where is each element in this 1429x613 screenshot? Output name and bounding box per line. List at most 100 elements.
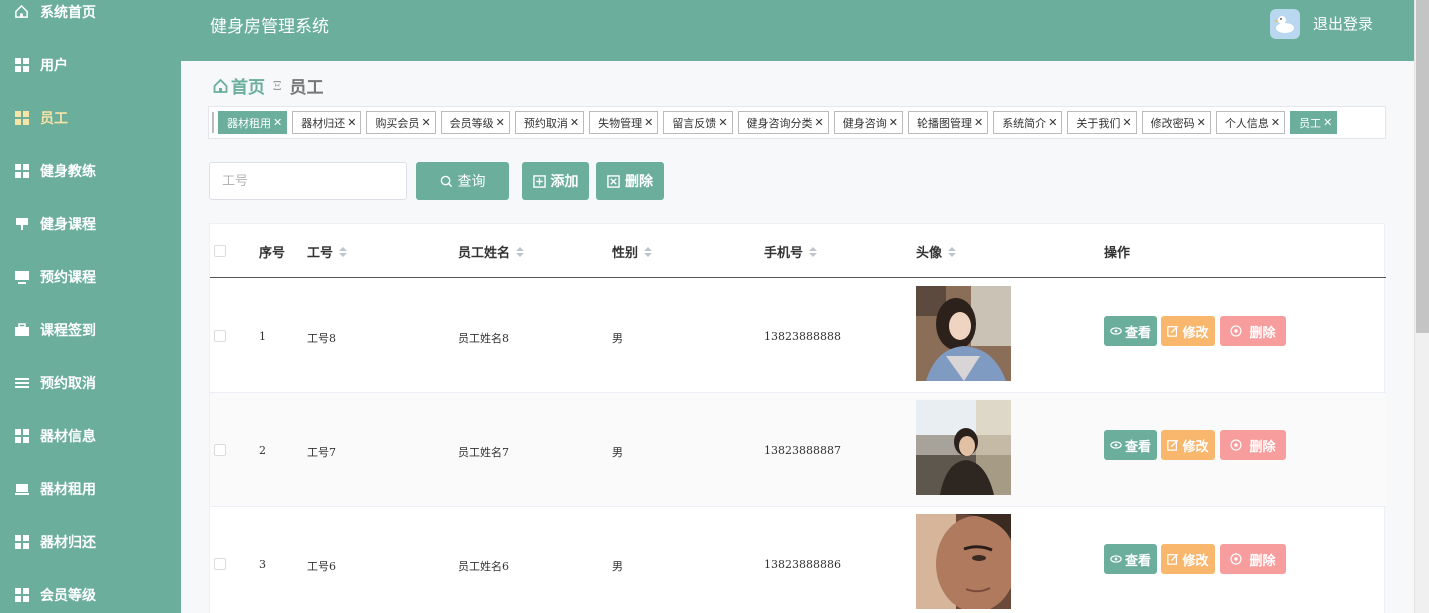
tag-system-intro[interactable]: 系统简介 ✕ xyxy=(993,111,1063,134)
tag-lost-found[interactable]: 失物管理 ✕ xyxy=(589,111,659,134)
cell-gender: 男 xyxy=(612,560,623,573)
sidebar-item-label: 课程签到 xyxy=(40,322,96,339)
sidebar-item-return[interactable]: 器材归还 xyxy=(0,515,181,568)
scrollbar-thumb[interactable] xyxy=(1416,0,1429,333)
row-checkbox[interactable] xyxy=(214,444,226,456)
tag-return[interactable]: 器材归还 ✕ xyxy=(292,111,362,134)
tag-change-password[interactable]: 修改密码 ✕ xyxy=(1141,111,1211,134)
tag-rental[interactable]: 器材租用 ✕ xyxy=(218,111,288,134)
close-icon[interactable]: ✕ xyxy=(570,116,579,129)
query-button[interactable]: 查询 xyxy=(416,162,509,200)
close-icon[interactable]: ✕ xyxy=(889,116,898,129)
row-checkbox[interactable] xyxy=(214,330,226,342)
col-avatar[interactable]: 头像 xyxy=(916,242,957,261)
delete-button[interactable]: 删除 xyxy=(1220,430,1286,460)
sidebar-item-staff[interactable]: 员工 xyxy=(0,91,181,144)
delete-button[interactable]: 删除 xyxy=(1220,316,1286,346)
sidebar-item-booking[interactable]: 预约课程 xyxy=(0,250,181,303)
table-row: 2 工号7 员工姓名7 男 13823888887 查看 修改 删除 xyxy=(210,393,1386,507)
view-button[interactable]: 查看 xyxy=(1104,316,1157,346)
breadcrumb-current: 员工 xyxy=(289,78,324,98)
close-icon[interactable]: ✕ xyxy=(1271,116,1280,129)
staff-avatar-photo[interactable] xyxy=(916,514,1011,609)
close-circle-icon xyxy=(1230,439,1243,451)
close-icon[interactable]: ✕ xyxy=(421,116,430,129)
sidebar-item-member-level[interactable]: 会员等级 xyxy=(0,568,181,613)
sidebar-item-equipment[interactable]: 器材信息 xyxy=(0,409,181,462)
close-icon[interactable]: ✕ xyxy=(1048,116,1057,129)
view-button[interactable]: 查看 xyxy=(1104,544,1157,574)
tag-staff[interactable]: 员工 ✕ xyxy=(1290,111,1338,134)
close-icon[interactable]: ✕ xyxy=(815,116,824,129)
close-icon[interactable]: ✕ xyxy=(1197,116,1206,129)
sidebar: 系统首页 用户 员工 健身教练 健身课程 预约课程 课程签到 预约取消 器材信息… xyxy=(0,0,181,613)
col-job-no[interactable]: 工号 xyxy=(307,242,348,261)
close-icon[interactable]: ✕ xyxy=(1122,116,1131,129)
sidebar-item-coach[interactable]: 健身教练 xyxy=(0,144,181,197)
staff-table: 序号 工号 员工姓名 性别 手机号 头像 操作 1 工号8 员工姓名8 男 13… xyxy=(209,223,1386,613)
page-scrollbar[interactable] xyxy=(1414,0,1429,613)
duck-icon[interactable] xyxy=(1270,9,1300,39)
select-all-checkbox[interactable] xyxy=(214,245,226,257)
grid-icon xyxy=(14,587,29,602)
logout-button[interactable]: 退出登录 xyxy=(1313,13,1373,34)
close-icon[interactable]: ✕ xyxy=(273,116,282,129)
edit-button[interactable]: 修改 xyxy=(1161,316,1215,346)
tag-label: 留言反馈 xyxy=(672,116,717,130)
tag-label: 系统简介 xyxy=(1002,116,1047,130)
sidebar-item-label: 器材归还 xyxy=(40,534,96,551)
grid-icon xyxy=(14,428,29,443)
sort-icon[interactable] xyxy=(809,246,818,257)
col-phone[interactable]: 手机号 xyxy=(764,242,818,261)
query-button-label: 查询 xyxy=(457,173,486,189)
tag-label: 个人信息 xyxy=(1224,116,1269,130)
sort-icon[interactable] xyxy=(644,246,653,257)
edit-button[interactable]: 修改 xyxy=(1161,430,1215,460)
close-icon[interactable]: ✕ xyxy=(644,116,653,129)
tag-label: 购买会员 xyxy=(375,116,420,130)
close-icon[interactable]: ✕ xyxy=(347,116,356,129)
sidebar-item-rental[interactable]: 器材租用 xyxy=(0,462,181,515)
edit-icon xyxy=(1167,439,1179,451)
close-icon[interactable]: ✕ xyxy=(1323,116,1332,129)
sidebar-item-course[interactable]: 健身课程 xyxy=(0,197,181,250)
sidebar-item-home[interactable]: 系统首页 xyxy=(0,0,181,38)
edit-icon xyxy=(1167,553,1179,565)
close-icon[interactable]: ✕ xyxy=(718,116,727,129)
staff-avatar-photo[interactable] xyxy=(916,400,1011,495)
tag-about-us[interactable]: 关于我们 ✕ xyxy=(1067,111,1137,134)
sidebar-item-label: 系统首页 xyxy=(40,4,96,21)
col-name[interactable]: 员工姓名 xyxy=(458,242,525,261)
sidebar-item-checkin[interactable]: 课程签到 xyxy=(0,303,181,356)
sidebar-item-users[interactable]: 用户 xyxy=(0,38,181,91)
view-button[interactable]: 查看 xyxy=(1104,430,1157,460)
row-checkbox[interactable] xyxy=(214,558,226,570)
sort-icon[interactable] xyxy=(516,246,525,257)
tag-feedback[interactable]: 留言反馈 ✕ xyxy=(663,111,733,134)
tag-profile[interactable]: 个人信息 ✕ xyxy=(1215,111,1286,134)
eye-icon xyxy=(1110,554,1122,564)
tag-member-level[interactable]: 会员等级 ✕ xyxy=(440,111,510,134)
edit-button[interactable]: 修改 xyxy=(1161,544,1215,574)
breadcrumb-home[interactable]: 首页 xyxy=(231,73,265,98)
tag-carousel[interactable]: 轮播图管理 ✕ xyxy=(907,111,989,134)
delete-button[interactable]: 删除 xyxy=(1220,544,1286,574)
tag-buy-member[interactable]: 购买会员 ✕ xyxy=(366,111,436,134)
cell-job-no: 工号7 xyxy=(307,446,336,459)
close-icon[interactable]: ✕ xyxy=(496,116,505,129)
batch-delete-button[interactable]: 删除 xyxy=(596,162,664,200)
sidebar-item-cancel[interactable]: 预约取消 xyxy=(0,356,181,409)
close-icon[interactable]: ✕ xyxy=(974,116,983,129)
tag-consult[interactable]: 健身咨询 ✕ xyxy=(833,111,903,134)
tag-consult-category[interactable]: 健身咨询分类 ✕ xyxy=(737,111,829,134)
staff-avatar-photo[interactable] xyxy=(916,286,1011,381)
job-no-search-input[interactable] xyxy=(209,162,407,200)
tag-cancel[interactable]: 预约取消 ✕ xyxy=(514,111,585,134)
sidebar-item-label: 预约课程 xyxy=(40,269,96,286)
main-content: 首页 Ξ 员工 器材租用 ✕ 器材归还 ✕ 购买会员 ✕ 会员等级 ✕ 预约取消 ✕ 失物… xyxy=(181,61,1414,613)
col-gender[interactable]: 性别 xyxy=(612,242,653,261)
sort-icon[interactable] xyxy=(339,246,348,257)
sort-icon[interactable] xyxy=(948,246,957,257)
add-button[interactable]: 添加 xyxy=(522,162,589,200)
tag-label: 轮播图管理 xyxy=(916,116,972,130)
